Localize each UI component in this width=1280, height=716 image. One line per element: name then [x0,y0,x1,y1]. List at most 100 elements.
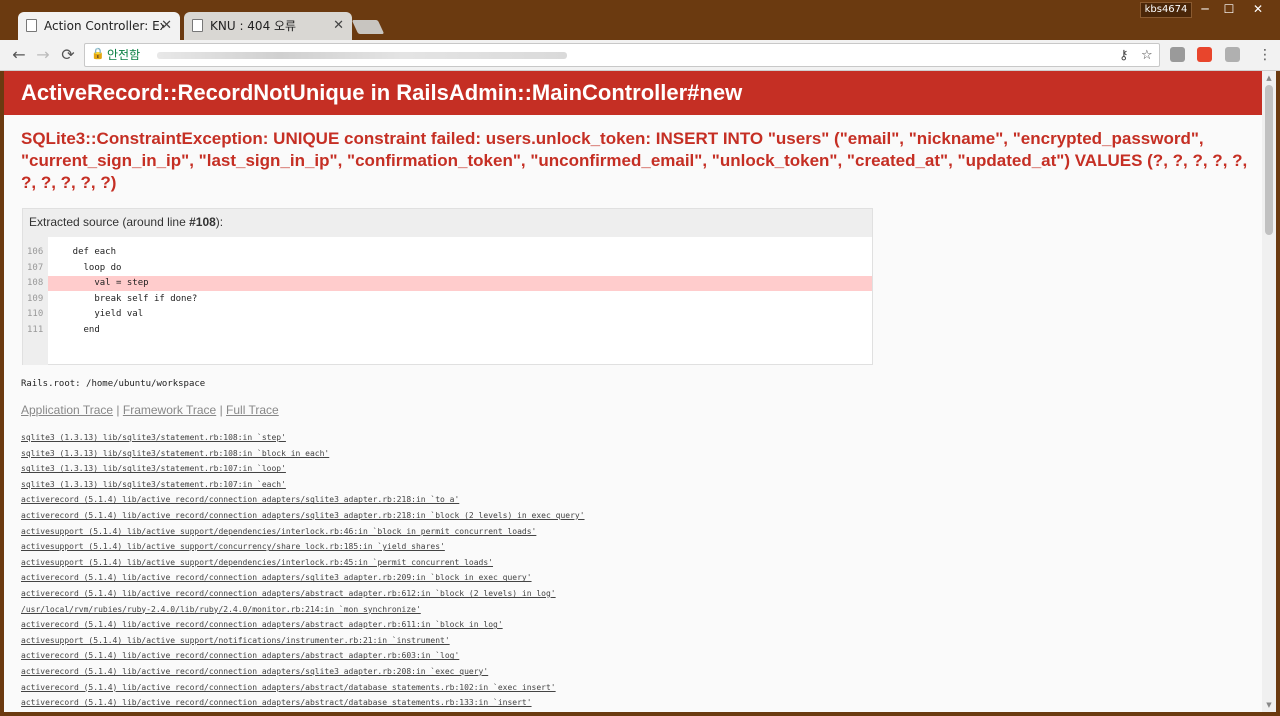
blurred-url [157,52,567,59]
secure-label: 안전함 [107,48,141,62]
trace-link[interactable]: activerecord (5.1.4) lib/active_record/c… [21,651,459,660]
source-header-suffix: ): [215,215,224,229]
code-line: 107 loop do [23,261,872,276]
scroll-down-icon[interactable]: ▼ [1262,698,1276,712]
exception-message: SQLite3::ConstraintException: UNIQUE con… [21,129,1248,192]
back-button[interactable]: ← [9,45,29,65]
extension-icon[interactable] [1225,47,1240,62]
trace-item: activerecord (5.1.4) lib/active_record/c… [21,492,585,508]
rails-root: Rails.root: /home/ubuntu/workspace [21,379,206,389]
trace-link[interactable]: sqlite3 (1.3.13) lib/sqlite3/statement.r… [21,480,286,489]
lock-icon: 🔒 [91,47,105,60]
full-trace-link[interactable]: Full Trace [226,403,279,417]
code-text: def each [51,247,117,257]
line-highlight [48,276,872,292]
trace-links: Application Trace | Framework Trace | Fu… [21,403,279,417]
scroll-up-icon[interactable]: ▲ [1262,71,1276,85]
close-icon[interactable]: ✕ [161,12,172,40]
trace-item: activesupport (5.1.4) lib/active_support… [21,539,585,555]
error-header: ActiveRecord::RecordNotUnique in RailsAd… [4,71,1262,115]
application-trace-link[interactable]: Application Trace [21,403,113,417]
star-icon[interactable]: ☆ [1141,45,1153,67]
trace-link[interactable]: sqlite3 (1.3.13) lib/sqlite3/statement.r… [21,464,286,473]
trace-item: activerecord (5.1.4) lib/active_record/c… [21,664,585,680]
tab-title: Action Controller: Excep [44,19,164,33]
trace-link[interactable]: activerecord (5.1.4) lib/active_record/c… [21,511,585,520]
extension-icon[interactable] [1197,47,1212,62]
trace-item: activerecord (5.1.4) lib/active_record/c… [21,508,585,524]
trace-item: activerecord (5.1.4) lib/active_record/c… [21,648,585,664]
scrollbar[interactable]: ▲ ▼ [1262,71,1276,712]
trace-item: activerecord (5.1.4) lib/active_record/c… [21,617,585,633]
trace-link[interactable]: activesupport (5.1.4) lib/active_support… [21,527,536,536]
trace-link[interactable]: activerecord (5.1.4) lib/active_record/c… [21,683,556,692]
tab-title: KNU : 404 오류 [210,19,297,33]
trace-link[interactable]: activerecord (5.1.4) lib/active_record/c… [21,667,488,676]
line-number: 107 [27,262,44,273]
trace-link[interactable]: activerecord (5.1.4) lib/active_record/c… [21,589,556,598]
trace-item: activesupport (5.1.4) lib/active_support… [21,555,585,571]
close-window-button[interactable]: ✕ [1236,0,1280,18]
code-line: 110 yield val [23,307,872,322]
line-number: 111 [27,325,44,335]
page-title: ActiveRecord::RecordNotUnique in RailsAd… [21,80,743,105]
title-bar: Action Controller: Excep ✕ KNU : 404 오류 … [0,0,1280,40]
trace-item: sqlite3 (1.3.13) lib/sqlite3/statement.r… [21,446,585,462]
trace-item: activerecord (5.1.4) lib/active_record/c… [21,586,585,602]
line-number: 108 [27,278,44,289]
source-header: Extracted source (around line #108): [23,209,872,237]
trace-link[interactable]: activerecord (5.1.4) lib/active_record/c… [21,495,459,504]
separator: | [219,403,223,417]
new-tab-button[interactable] [351,20,385,34]
scroll-thumb[interactable] [1265,85,1273,235]
trace-link[interactable]: sqlite3 (1.3.13) lib/sqlite3/statement.r… [21,433,286,442]
code-text: val = step [51,278,149,289]
trace-list: sqlite3 (1.3.13) lib/sqlite3/statement.r… [21,430,585,711]
code-line: 106 def each [23,245,872,260]
tab-action-controller[interactable]: Action Controller: Excep ✕ [18,12,180,40]
trace-item: activesupport (5.1.4) lib/active_support… [21,633,585,649]
page-icon [192,19,203,32]
trace-link[interactable]: activesupport (5.1.4) lib/active_support… [21,542,445,551]
page-icon [26,19,37,32]
code-text: end [51,325,100,335]
trace-item: /usr/local/rvm/rubies/ruby-2.4.0/lib/rub… [21,602,585,618]
trace-link[interactable]: sqlite3 (1.3.13) lib/sqlite3/statement.r… [21,449,329,458]
tab-knu-404[interactable]: KNU : 404 오류 ✕ [184,12,352,40]
extracted-source: Extracted source (around line #108): 106… [22,208,873,365]
code-text: loop do [51,262,122,273]
extension-icon[interactable] [1170,47,1185,62]
trace-link[interactable]: activerecord (5.1.4) lib/active_record/c… [21,573,532,582]
code-text: break self if done? [51,293,198,304]
trace-item: sqlite3 (1.3.13) lib/sqlite3/statement.r… [21,477,585,493]
minimize-button[interactable]: ─ [1192,0,1218,18]
line-number: 109 [27,293,44,304]
code-line-highlighted: 108 val = step [23,276,872,292]
forward-button[interactable]: → [33,45,53,65]
code-line: 109 break self if done? [23,292,872,307]
trace-link[interactable]: activerecord (5.1.4) lib/active_record/c… [21,698,532,707]
trace-link[interactable]: activerecord (5.1.4) lib/active_record/c… [21,620,503,629]
key-icon[interactable]: ⚷ [1119,45,1129,67]
trace-link[interactable]: activesupport (5.1.4) lib/active_support… [21,558,493,567]
line-number: 110 [27,309,44,320]
trace-item: sqlite3 (1.3.13) lib/sqlite3/statement.r… [21,461,585,477]
address-bar[interactable]: 🔒 안전함 ⚷ ☆ [84,43,1160,67]
trace-link[interactable]: /usr/local/rvm/rubies/ruby-2.4.0/lib/rub… [21,605,421,614]
code-line: 111 end [23,323,872,338]
trace-item: activerecord (5.1.4) lib/active_record/c… [21,570,585,586]
close-icon[interactable]: ✕ [333,12,344,40]
trace-link[interactable]: activesupport (5.1.4) lib/active_support… [21,636,450,645]
source-header-line: #108 [189,215,216,229]
framework-trace-link[interactable]: Framework Trace [123,403,216,417]
trace-item: sqlite3 (1.3.13) lib/sqlite3/statement.r… [21,430,585,446]
code-text: yield val [51,309,144,320]
browser-toolbar: ← → ⟳ 🔒 안전함 ⚷ ☆ ⋮ [0,40,1280,71]
trace-item: activerecord (5.1.4) lib/active_record/c… [21,695,585,711]
line-number: 106 [27,247,44,257]
trace-item: activesupport (5.1.4) lib/active_support… [21,524,585,540]
reload-button[interactable]: ⟳ [58,45,78,65]
source-header-prefix: Extracted source (around line [29,215,190,229]
menu-icon[interactable]: ⋮ [1258,45,1272,65]
profile-badge[interactable]: kbs4674 [1140,2,1192,18]
